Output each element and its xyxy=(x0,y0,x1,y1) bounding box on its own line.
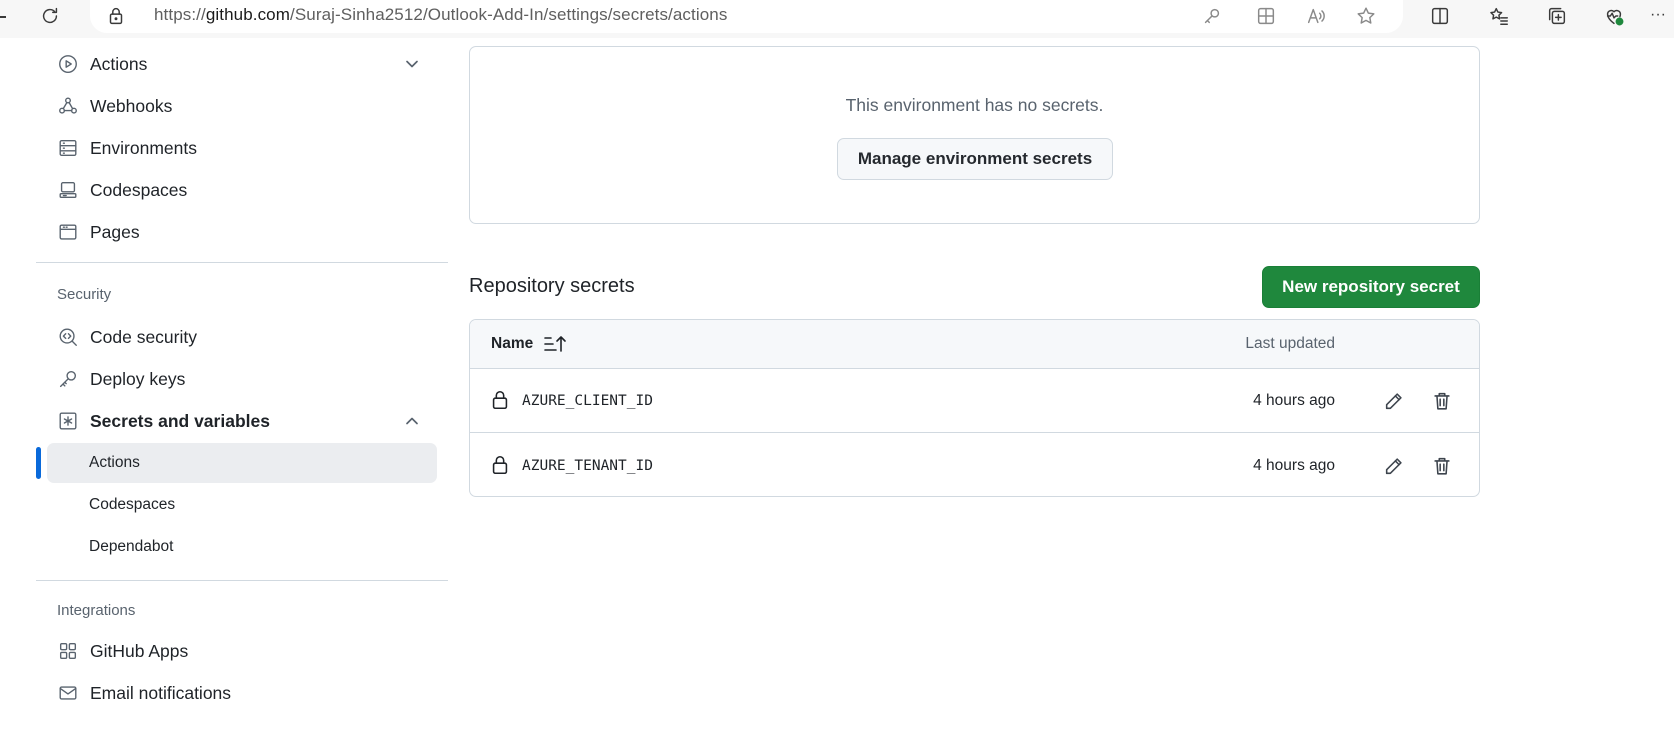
section-title-security: Security xyxy=(57,286,112,303)
collections-icon[interactable] xyxy=(1544,3,1570,29)
repository-secrets-table: Name Last updated AZURE_CLIENT_ID 4 hour… xyxy=(469,319,1480,497)
secret-name: AZURE_TENANT_ID xyxy=(522,458,653,474)
new-repository-secret-button[interactable]: New repository secret xyxy=(1262,266,1480,308)
app-icon[interactable] xyxy=(1253,3,1279,29)
trash-icon[interactable] xyxy=(1429,388,1455,414)
sidebar-item-pages[interactable]: Pages xyxy=(48,214,438,250)
mail-icon xyxy=(56,681,80,705)
column-header-last-updated: Last updated xyxy=(1245,335,1335,352)
codescan-icon xyxy=(56,325,80,349)
sidebar-subitem-codespaces[interactable]: Codespaces xyxy=(47,485,437,525)
manage-environment-secrets-button[interactable]: Manage environment secrets xyxy=(837,138,1113,180)
sidebar-item-label: Pages xyxy=(90,221,140,242)
asterisk-square-icon xyxy=(56,409,80,433)
favorite-star-icon[interactable] xyxy=(1353,3,1379,29)
environment-secrets-box: This environment has no secrets. Manage … xyxy=(469,46,1480,224)
key-icon[interactable] xyxy=(1199,3,1225,29)
webhook-icon xyxy=(56,94,80,118)
secret-last-updated: 4 hours ago xyxy=(1253,392,1335,409)
browser-health-icon[interactable] xyxy=(1601,3,1627,29)
url-prefix: https:// xyxy=(154,5,206,24)
sidebar-divider xyxy=(36,262,448,263)
refresh-icon[interactable] xyxy=(37,3,63,29)
sidebar-item-label: Deploy keys xyxy=(90,368,186,389)
browser-icon xyxy=(56,220,80,244)
active-indicator xyxy=(36,447,41,479)
sidebar-divider xyxy=(36,580,448,581)
sidebar-item-actions[interactable]: Actions xyxy=(48,46,438,82)
url-path: /Suraj-Sinha2512/Outlook-Add-In/settings… xyxy=(290,5,728,24)
browser-toolbar: https://github.com/Suraj-Sinha2512/Outlo… xyxy=(0,0,1674,38)
empty-state-message: This environment has no secrets. xyxy=(845,95,1104,115)
sidebar-item-codespaces[interactable]: Codespaces xyxy=(48,172,438,208)
section-title-repository-secrets: Repository secrets xyxy=(469,275,635,297)
sidebar-item-label: Email notifications xyxy=(90,682,232,703)
url-host: github.com xyxy=(205,5,290,24)
table-header: Name Last updated xyxy=(470,320,1479,369)
sidebar-item-github-apps[interactable]: GitHub Apps xyxy=(48,633,438,669)
favorites-icon[interactable] xyxy=(1486,3,1512,29)
sidebar-item-label: Webhooks xyxy=(90,95,173,116)
section-title-integrations: Integrations xyxy=(57,602,136,619)
sidebar-item-label: Code security xyxy=(90,326,197,347)
table-row: AZURE_CLIENT_ID 4 hours ago xyxy=(470,369,1479,433)
sidebar-item-deploy-keys[interactable]: Deploy keys xyxy=(48,361,438,397)
play-circle-icon xyxy=(56,52,80,76)
secret-last-updated: 4 hours ago xyxy=(1253,457,1335,474)
sidebar-item-email-notifications[interactable]: Email notifications xyxy=(48,675,438,711)
pencil-icon[interactable] xyxy=(1381,453,1407,479)
read-aloud-icon[interactable] xyxy=(1303,3,1329,29)
sidebar-item-label: Codespaces xyxy=(90,179,188,200)
apps-icon xyxy=(56,639,80,663)
column-header-name[interactable]: Name xyxy=(491,335,533,353)
lock-icon xyxy=(489,454,511,476)
settings-sidebar: Actions Webhooks Environments Codespaces… xyxy=(0,38,450,738)
codespaces-icon xyxy=(56,178,80,202)
chevron-up-icon[interactable] xyxy=(402,411,422,431)
chevron-down-icon[interactable] xyxy=(402,54,422,74)
split-screen-icon[interactable] xyxy=(1427,3,1453,29)
sidebar-item-label: Actions xyxy=(90,53,148,74)
lock-icon xyxy=(489,389,511,411)
site-lock-icon[interactable] xyxy=(103,3,129,29)
sidebar-item-environments[interactable]: Environments xyxy=(48,130,438,166)
address-bar[interactable]: https://github.com/Suraj-Sinha2512/Outlo… xyxy=(90,0,1403,33)
pencil-icon[interactable] xyxy=(1381,388,1407,414)
sidebar-item-label: Secrets and variables xyxy=(90,410,270,431)
sidebar-item-code-security[interactable]: Code security xyxy=(48,319,438,355)
trash-icon[interactable] xyxy=(1429,453,1455,479)
key-icon xyxy=(56,367,80,391)
sidebar-item-label: Environments xyxy=(90,137,197,158)
more-icon[interactable]: ··· xyxy=(1650,6,1666,24)
server-icon xyxy=(56,136,80,160)
url-text[interactable]: https://github.com/Suraj-Sinha2512/Outlo… xyxy=(154,5,727,25)
sidebar-item-secrets-and-variables[interactable]: Secrets and variables xyxy=(48,403,438,439)
window-control-icon[interactable] xyxy=(0,16,6,18)
sort-ascending-icon[interactable] xyxy=(543,333,567,355)
sidebar-item-webhooks[interactable]: Webhooks xyxy=(48,88,438,124)
sidebar-subitem-actions[interactable]: Actions xyxy=(47,443,437,483)
table-row: AZURE_TENANT_ID 4 hours ago xyxy=(470,434,1479,496)
sidebar-subitem-dependabot[interactable]: Dependabot xyxy=(47,527,437,567)
secret-name: AZURE_CLIENT_ID xyxy=(522,393,653,409)
sidebar-item-label: GitHub Apps xyxy=(90,640,189,661)
